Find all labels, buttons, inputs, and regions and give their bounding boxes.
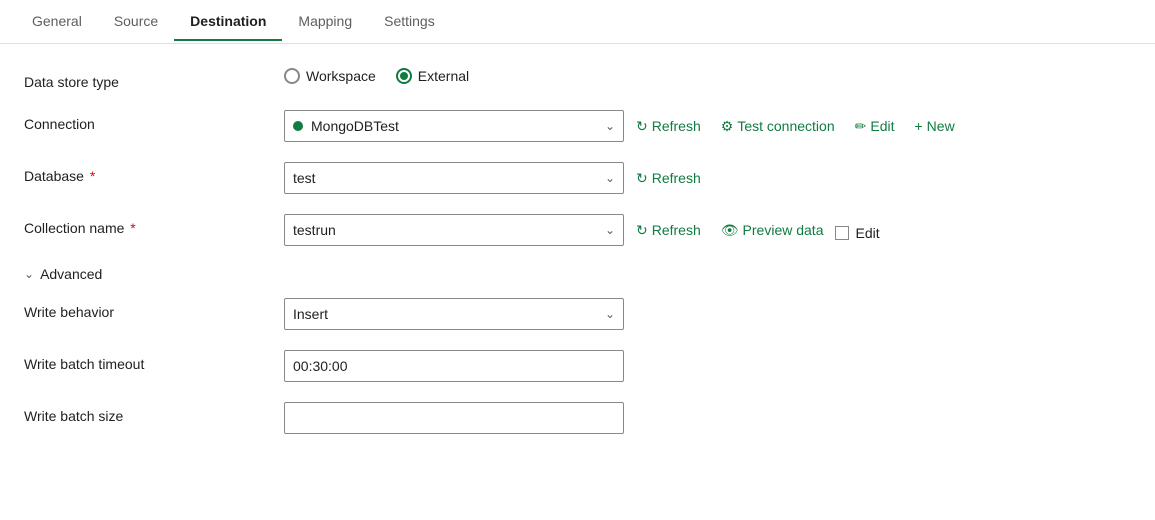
preview-data-label: Preview data <box>743 222 824 238</box>
database-label: Database * <box>24 162 284 184</box>
connection-dropdown[interactable]: MongoDBTest ⌄ <box>284 110 624 142</box>
connection-value: MongoDBTest <box>311 118 605 134</box>
edit-checkbox[interactable] <box>835 226 849 240</box>
advanced-chevron-icon: ⌄ <box>24 267 34 281</box>
data-store-type-row: Data store type Workspace External <box>24 68 1131 90</box>
advanced-label: Advanced <box>40 266 102 282</box>
write-behavior-chevron-icon: ⌄ <box>605 307 615 321</box>
database-actions: ↻ Refresh <box>632 168 705 189</box>
test-connection-icon: ⚙ <box>721 118 734 135</box>
collection-chevron-icon: ⌄ <box>605 223 615 237</box>
tab-mapping[interactable]: Mapping <box>282 3 368 41</box>
tab-settings[interactable]: Settings <box>368 3 451 41</box>
tab-source[interactable]: Source <box>98 3 174 41</box>
connection-label: Connection <box>24 110 284 132</box>
collection-actions: ↻ Refresh 👁 Preview data <box>632 220 827 241</box>
advanced-header[interactable]: ⌄ Advanced <box>24 266 1131 282</box>
write-behavior-value: Insert <box>293 306 605 322</box>
collection-name-dropdown[interactable]: testrun ⌄ <box>284 214 624 246</box>
write-behavior-dropdown[interactable]: Insert ⌄ <box>284 298 624 330</box>
database-refresh-icon: ↻ <box>636 170 648 187</box>
write-batch-timeout-control <box>284 350 624 382</box>
radio-workspace-label: Workspace <box>306 68 376 84</box>
database-control: test ⌄ ↻ Refresh <box>284 162 705 194</box>
collection-edit-row: Edit <box>835 225 879 241</box>
tab-bar: General Source Destination Mapping Setti… <box>0 0 1155 44</box>
radio-workspace[interactable]: Workspace <box>284 68 376 84</box>
preview-data-icon: 👁 <box>721 222 739 239</box>
write-batch-timeout-row: Write batch timeout <box>24 350 1131 382</box>
collection-refresh-icon: ↻ <box>636 222 648 239</box>
collection-refresh-label: Refresh <box>652 222 701 238</box>
edit-icon: ✏ <box>855 118 867 135</box>
write-batch-size-control <box>284 402 624 434</box>
collection-name-control: testrun ⌄ ↻ Refresh 👁 Preview data Edit <box>284 214 880 246</box>
edit-connection-button[interactable]: ✏ Edit <box>851 116 899 137</box>
mongo-dot-icon <box>293 121 303 131</box>
refresh-icon: ↻ <box>636 118 648 135</box>
write-batch-timeout-label: Write batch timeout <box>24 350 284 372</box>
collection-required-mark: * <box>126 220 135 236</box>
collection-name-row: Collection name * testrun ⌄ ↻ Refresh 👁 … <box>24 214 1131 246</box>
connection-row: Connection MongoDBTest ⌄ ↻ Refresh ⚙ Tes… <box>24 110 1131 142</box>
write-batch-timeout-input[interactable] <box>284 350 624 382</box>
new-connection-button[interactable]: + New <box>910 116 958 136</box>
preview-data-button[interactable]: 👁 Preview data <box>717 220 828 241</box>
radio-external-label: External <box>418 68 469 84</box>
new-connection-label: New <box>927 118 955 134</box>
main-content: Data store type Workspace External Conne… <box>0 44 1155 478</box>
collection-name-value: testrun <box>293 222 605 238</box>
database-value: test <box>293 170 605 186</box>
connection-refresh-button[interactable]: ↻ Refresh <box>632 116 705 137</box>
tab-general[interactable]: General <box>16 3 98 41</box>
tab-destination[interactable]: Destination <box>174 3 282 41</box>
radio-workspace-circle <box>284 68 300 84</box>
database-dropdown[interactable]: test ⌄ <box>284 162 624 194</box>
data-store-type-control: Workspace External <box>284 68 469 84</box>
collection-name-label: Collection name * <box>24 214 284 236</box>
collection-dropdown-row: testrun ⌄ ↻ Refresh 👁 Preview data <box>284 214 827 246</box>
write-behavior-row: Write behavior Insert ⌄ <box>24 298 1131 330</box>
test-connection-button[interactable]: ⚙ Test connection <box>717 116 839 137</box>
connection-actions: ↻ Refresh ⚙ Test connection ✏ Edit + New <box>632 116 959 137</box>
write-behavior-control: Insert ⌄ <box>284 298 624 330</box>
advanced-section: ⌄ Advanced Write behavior Insert ⌄ Write… <box>24 266 1131 434</box>
radio-external-circle <box>396 68 412 84</box>
data-store-type-label: Data store type <box>24 68 284 90</box>
database-refresh-button[interactable]: ↻ Refresh <box>632 168 705 189</box>
test-connection-label: Test connection <box>737 118 834 134</box>
connection-chevron-icon: ⌄ <box>605 119 615 133</box>
edit-connection-label: Edit <box>870 118 894 134</box>
database-chevron-icon: ⌄ <box>605 171 615 185</box>
collection-refresh-button[interactable]: ↻ Refresh <box>632 220 705 241</box>
connection-control: MongoDBTest ⌄ ↻ Refresh ⚙ Test connectio… <box>284 110 959 142</box>
database-refresh-label: Refresh <box>652 170 701 186</box>
write-batch-size-label: Write batch size <box>24 402 284 424</box>
write-batch-size-input[interactable] <box>284 402 624 434</box>
edit-label: Edit <box>855 225 879 241</box>
new-icon: + <box>914 118 922 134</box>
write-behavior-label: Write behavior <box>24 298 284 320</box>
database-row: Database * test ⌄ ↻ Refresh <box>24 162 1131 194</box>
database-required-mark: * <box>86 168 95 184</box>
connection-refresh-label: Refresh <box>652 118 701 134</box>
radio-external[interactable]: External <box>396 68 469 84</box>
write-batch-size-row: Write batch size <box>24 402 1131 434</box>
radio-group-store-type: Workspace External <box>284 68 469 84</box>
